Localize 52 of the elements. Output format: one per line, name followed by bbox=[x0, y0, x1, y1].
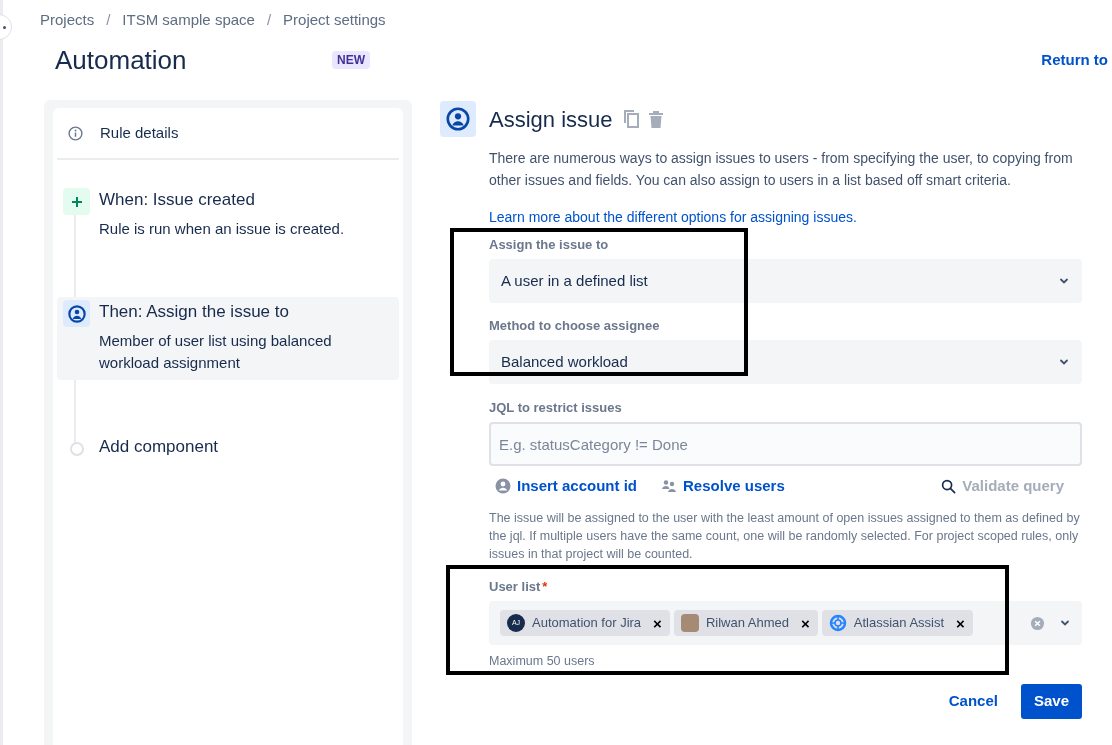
user-name: Automation for Jira bbox=[532, 614, 642, 633]
jql-input[interactable]: E.g. statusCategory != Done bbox=[489, 422, 1082, 466]
lifebuoy-icon bbox=[828, 614, 847, 632]
user-name: Rilwan Ahmed bbox=[705, 614, 789, 633]
step-description: Rule is run when an issue is created. bbox=[99, 219, 346, 239]
select-field[interactable]: A user in a defined list bbox=[489, 259, 1082, 303]
photo-placeholder bbox=[680, 614, 699, 632]
breadcrumb-link[interactable]: Project settings bbox=[283, 8, 386, 32]
select-field[interactable]: Balanced workload bbox=[489, 340, 1082, 384]
copy-icon[interactable] bbox=[622, 109, 641, 129]
user-icon bbox=[495, 478, 511, 494]
user-list-helper: Maximum 50 users bbox=[489, 653, 596, 670]
plus-icon bbox=[63, 188, 90, 215]
rule-step[interactable]: Add component bbox=[57, 432, 399, 470]
cancel-button[interactable]: Cancel bbox=[940, 684, 1006, 719]
user-name: Atlassian Assist bbox=[853, 614, 945, 633]
jql-help-text: The issue will be assigned to the user with the least amount of open issues assigned to them as defined by the jql. If multiple users have the same count, one will be randomly selected. For project scoped rules, only issues in that project will be counted. bbox=[489, 510, 1081, 563]
clear-icon[interactable] bbox=[1030, 615, 1045, 631]
jql-action-link[interactable]: Resolve users bbox=[661, 474, 785, 498]
jql-action-link[interactable]: Insert account id bbox=[495, 474, 638, 498]
breadcrumb-link[interactable]: ITSM sample space bbox=[122, 8, 255, 32]
rule-step[interactable]: When: Issue created Rule is run when an issue is created. bbox=[57, 185, 399, 248]
search-icon bbox=[941, 478, 957, 494]
step-title: Add component bbox=[99, 436, 219, 458]
field-label: Method to choose assignee bbox=[489, 317, 661, 335]
action-title: Assign issue bbox=[489, 105, 613, 134]
save-button[interactable]: Save bbox=[1020, 683, 1082, 719]
field-label: Assign the issue to bbox=[489, 236, 610, 254]
field-label: User list* bbox=[489, 578, 549, 596]
remove-user-button[interactable]: × bbox=[653, 615, 662, 631]
remove-user-button[interactable]: × bbox=[956, 615, 965, 631]
select-value: Balanced workload bbox=[501, 351, 628, 372]
breadcrumb-link[interactable]: Projects bbox=[40, 8, 95, 32]
learn-more-link[interactable]: Learn more about the different options for assigning issues. bbox=[489, 206, 1082, 228]
action-description: There are numerous ways to assign issues to users - from specifying the user, to copying from other issues and fields. You can also assign to users in a list based off smart criteria. bbox=[489, 149, 1074, 190]
step-description: Member of user list using balanced workload assignment bbox=[99, 331, 333, 373]
new-badge: NEW bbox=[332, 51, 370, 69]
return-link[interactable]: Return to bbox=[1041, 48, 1108, 72]
field-label: JQL to restrict issues bbox=[489, 399, 623, 417]
remove-user-button[interactable]: × bbox=[801, 615, 810, 631]
breadcrumb-separator: / bbox=[265, 9, 273, 30]
step-title: When: Issue created bbox=[99, 189, 256, 211]
rule-details-item[interactable]: Rule details bbox=[57, 108, 399, 160]
select-value: A user in a defined list bbox=[501, 270, 648, 291]
trash-icon[interactable] bbox=[646, 109, 665, 129]
user-circle-icon bbox=[446, 107, 470, 131]
users-icon bbox=[661, 478, 678, 494]
info-icon bbox=[68, 125, 83, 141]
page-title: Automation bbox=[55, 43, 188, 77]
rule-step[interactable]: Then: Assign the issue to Member of user list using balanced workload assignment bbox=[57, 297, 399, 380]
step-title: Then: Assign the issue to bbox=[99, 301, 290, 323]
breadcrumb-separator: / bbox=[105, 9, 112, 30]
